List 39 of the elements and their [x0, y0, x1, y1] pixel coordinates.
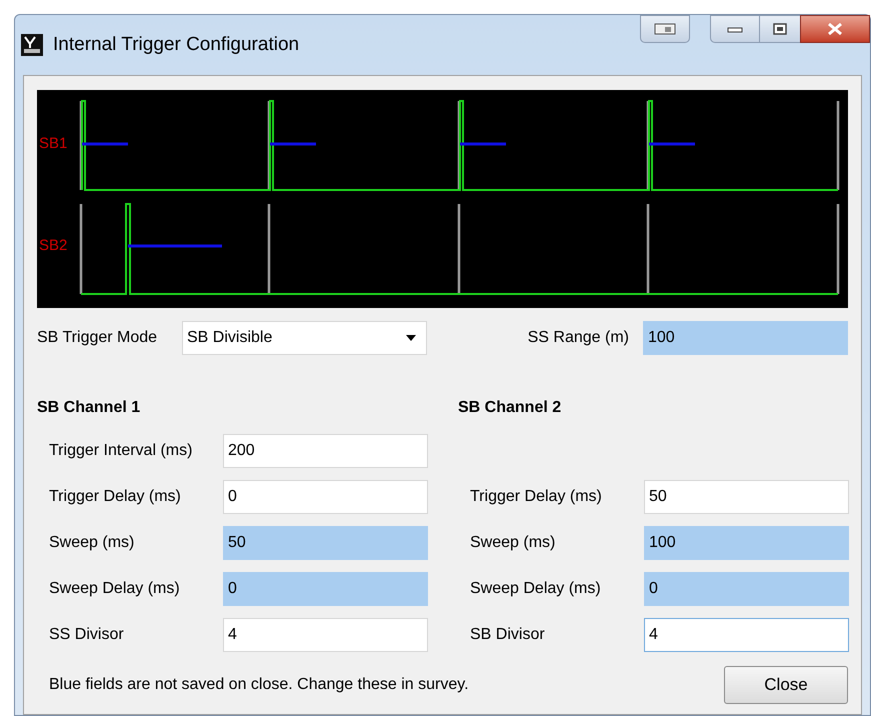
field-label: SB Trigger Mode [37, 328, 158, 348]
minimize-icon [727, 25, 743, 33]
field-label: Sweep (ms) [470, 533, 556, 553]
input-field[interactable]: 50 [223, 526, 428, 560]
input-field[interactable]: 4 [223, 618, 428, 652]
input-field[interactable]: 100 [643, 321, 848, 355]
section-heading: SB Channel 2 [458, 398, 562, 418]
input-field[interactable]: 4 [644, 618, 849, 652]
close-button[interactable]: Close [724, 666, 848, 704]
field-label: SB Divisor [470, 625, 546, 645]
note-text: Blue fields are not saved on close. Change these in survey. [49, 675, 469, 695]
maximize-icon [773, 23, 787, 35]
input-field[interactable]: 0 [223, 572, 428, 606]
dropdown-arrow-icon [406, 335, 416, 341]
app-logo-icon [21, 34, 43, 56]
channel-label: SB1 [39, 136, 68, 151]
field-label: Trigger Delay (ms) [470, 487, 603, 507]
trigger-mode-dropdown[interactable]: SB Divisible [182, 321, 427, 355]
close-icon [827, 22, 843, 36]
maximize-button[interactable] [760, 15, 800, 43]
section-heading: SB Channel 1 [37, 398, 142, 418]
field-label: Sweep Delay (ms) [470, 579, 602, 599]
field-label: SS Divisor [49, 625, 125, 645]
field-label: Trigger Interval (ms) [49, 441, 194, 461]
input-field[interactable]: 100 [644, 526, 849, 560]
field-label: Sweep (ms) [49, 533, 136, 553]
input-field[interactable]: 50 [644, 480, 849, 514]
field-label: Sweep Delay (ms) [49, 579, 181, 599]
window-layout-icon [654, 23, 676, 35]
channel-label: SB2 [39, 238, 68, 253]
field-label: Trigger Delay (ms) [49, 487, 182, 507]
snap-button[interactable] [640, 15, 690, 43]
window-title: Internal Trigger Configuration [53, 32, 300, 57]
input-field[interactable]: 0 [644, 572, 849, 606]
field-label: SS Range (m) [528, 328, 629, 348]
close-window-button[interactable] [800, 15, 870, 43]
input-field[interactable]: 200 [223, 434, 428, 468]
input-field[interactable]: 0 [223, 480, 428, 514]
minimize-button[interactable] [710, 15, 760, 43]
